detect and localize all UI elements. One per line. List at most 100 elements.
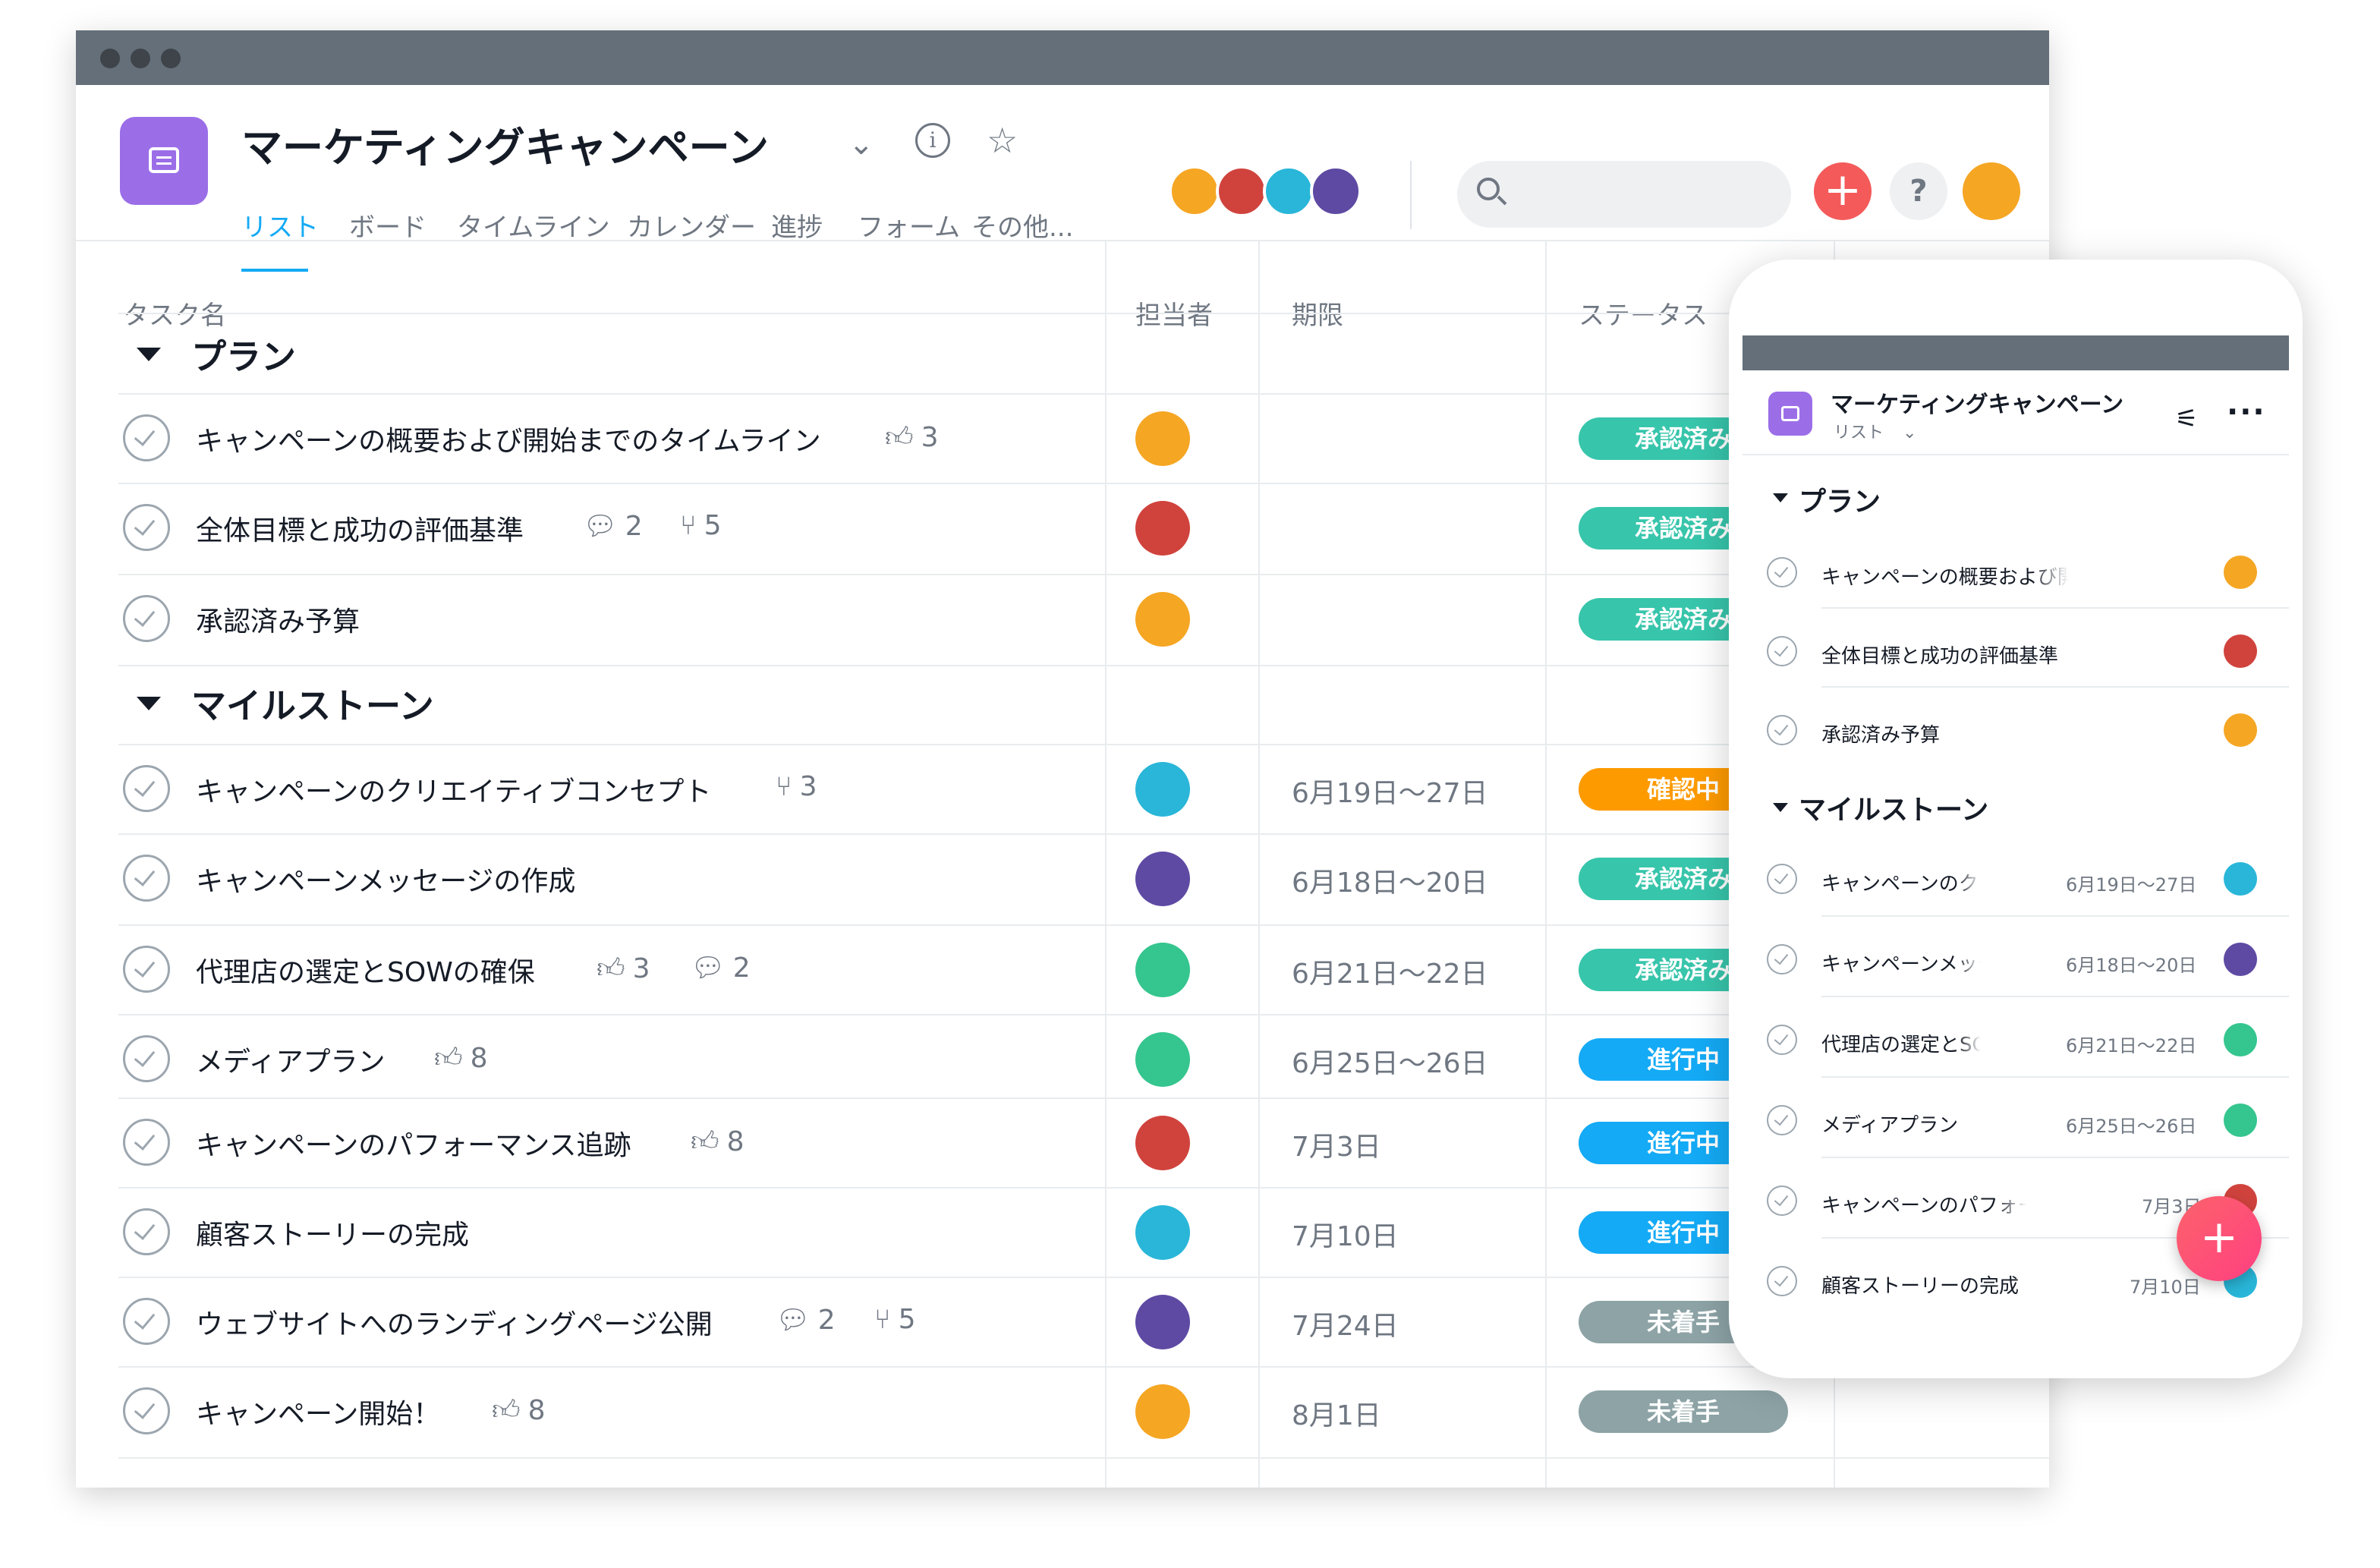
- window-control-close[interactable]: [100, 49, 120, 68]
- due-date[interactable]: 6月19日～27日: [2066, 870, 2196, 896]
- more-icon[interactable]: ···: [2227, 395, 2266, 430]
- complete-checkbox[interactable]: [123, 765, 170, 812]
- tab-list[interactable]: リスト: [241, 206, 319, 244]
- task-name[interactable]: 顧客ストーリーの完成: [1821, 1270, 2049, 1299]
- help-button[interactable]: ?: [1890, 162, 1947, 220]
- filter-icon[interactable]: ⚟: [2175, 404, 2198, 434]
- complete-checkbox[interactable]: [1767, 636, 1797, 666]
- task-name[interactable]: 全体目標と成功の評価基準: [1821, 641, 2201, 669]
- task-name[interactable]: キャンペーンメッセージの作成: [1821, 949, 1981, 977]
- due-date[interactable]: 7月3日: [1292, 1125, 1381, 1164]
- search-input[interactable]: [1457, 161, 1791, 228]
- complete-checkbox[interactable]: [123, 595, 170, 642]
- tab-more[interactable]: その他...: [971, 206, 1073, 244]
- assignee-avatar[interactable]: [2224, 713, 2257, 747]
- due-date[interactable]: 6月25日～26日: [1292, 1041, 1488, 1081]
- complete-checkbox[interactable]: [1767, 715, 1797, 745]
- task-name[interactable]: ウェブサイトへのランディングページ公開: [196, 1302, 713, 1342]
- chevron-down-icon[interactable]: ⌄: [848, 129, 874, 159]
- task-name[interactable]: キャンペーン開始！: [196, 1392, 440, 1431]
- task-name[interactable]: 承認済み予算: [1821, 719, 2201, 748]
- tab-forms[interactable]: フォーム: [858, 206, 960, 244]
- section-header-plan[interactable]: プラン: [1799, 480, 1881, 519]
- complete-checkbox[interactable]: [1767, 557, 1797, 587]
- user-avatar[interactable]: [1963, 162, 2020, 220]
- assignee-avatar[interactable]: [1135, 1205, 1190, 1260]
- task-name[interactable]: キャンペーンのクリエイティブコンセプト: [196, 770, 711, 809]
- like-count[interactable]: 👍︎ 3: [885, 420, 939, 454]
- task-name[interactable]: キャンペーンのパフォーマンス追跡: [196, 1123, 631, 1163]
- task-name[interactable]: 顧客ストーリーの完成: [196, 1213, 469, 1252]
- assignee-avatar[interactable]: [2224, 634, 2257, 668]
- due-date[interactable]: 6月21日～22日: [2066, 1031, 2196, 1057]
- collapse-caret-icon[interactable]: [137, 697, 161, 710]
- collapse-caret-icon[interactable]: [1773, 803, 1788, 812]
- like-count[interactable]: 👍︎ 8: [492, 1393, 546, 1427]
- due-date[interactable]: 7月10日: [1292, 1214, 1399, 1254]
- complete-checkbox[interactable]: [123, 504, 170, 551]
- tab-timeline[interactable]: タイムライン: [457, 206, 610, 244]
- window-control-maximize[interactable]: [161, 49, 181, 68]
- complete-checkbox[interactable]: [123, 1298, 170, 1345]
- section-header-plan[interactable]: プラン: [191, 329, 296, 379]
- task-name[interactable]: 承認済み予算: [196, 600, 360, 639]
- like-count[interactable]: 👍︎ 8: [691, 1125, 745, 1158]
- assignee-avatar[interactable]: [2224, 943, 2257, 976]
- complete-checkbox[interactable]: [1767, 1025, 1797, 1055]
- task-name[interactable]: キャンペーンのクリエイティブコンセプト: [1821, 868, 1981, 896]
- due-date[interactable]: 6月18日～20日: [1292, 861, 1488, 900]
- section-header-milestone[interactable]: マイルストーン: [191, 679, 434, 729]
- add-button[interactable]: +: [1814, 162, 1872, 220]
- assignee-avatar[interactable]: [1135, 852, 1190, 906]
- due-date[interactable]: 8月1日: [1292, 1393, 1381, 1433]
- assignee-avatar[interactable]: [1135, 592, 1190, 647]
- complete-checkbox[interactable]: [123, 1387, 170, 1434]
- like-count[interactable]: 👍︎ 8: [434, 1041, 488, 1075]
- tab-calendar[interactable]: カレンダー: [627, 206, 756, 244]
- complete-checkbox[interactable]: [123, 1119, 170, 1166]
- assignee-avatar[interactable]: [1135, 1032, 1190, 1087]
- task-name[interactable]: キャンペーンメッセージの作成: [196, 859, 575, 899]
- star-icon[interactable]: ☆: [987, 123, 1018, 158]
- comment-count[interactable]: 💬︎ 2: [691, 952, 751, 984]
- assignee-avatar[interactable]: [2224, 1023, 2257, 1056]
- info-icon[interactable]: i: [915, 123, 950, 158]
- comment-count[interactable]: 💬︎ 2: [583, 510, 643, 542]
- subtask-count[interactable]: ⑂ 5: [680, 510, 722, 541]
- avatar[interactable]: [1216, 165, 1267, 217]
- task-name[interactable]: 代理店の選定とSOWの確保: [1821, 1029, 1981, 1057]
- due-date[interactable]: 7月24日: [1292, 1304, 1399, 1343]
- tab-progress[interactable]: 進捗: [771, 206, 823, 244]
- table-row[interactable]: キャンペーン開始！ 👍︎ 8 8月1日 未着手: [76, 1368, 2049, 1457]
- due-date[interactable]: 6月19日～27日: [1292, 771, 1488, 811]
- avatar[interactable]: [1263, 165, 1314, 217]
- window-control-minimize[interactable]: [131, 49, 150, 68]
- assignee-avatar[interactable]: [1135, 1295, 1190, 1349]
- complete-checkbox[interactable]: [123, 1035, 170, 1082]
- task-name[interactable]: 代理店の選定とSOWの確保: [196, 950, 535, 990]
- task-name[interactable]: 全体目標と成功の評価基準: [196, 508, 524, 548]
- subtask-count[interactable]: ⑂ 3: [776, 771, 817, 802]
- complete-checkbox[interactable]: [1767, 1266, 1797, 1296]
- complete-checkbox[interactable]: [1767, 944, 1797, 974]
- status-badge[interactable]: 未着手: [1579, 1390, 1788, 1433]
- assignee-avatar[interactable]: [2224, 862, 2257, 896]
- assignee-avatar[interactable]: [1135, 1384, 1190, 1439]
- due-date[interactable]: 6月25日～26日: [2066, 1111, 2196, 1138]
- assignee-avatar[interactable]: [1135, 943, 1190, 997]
- assignee-avatar[interactable]: [1135, 1116, 1190, 1170]
- complete-checkbox[interactable]: [1767, 1185, 1797, 1216]
- tab-board[interactable]: ボード: [349, 206, 427, 244]
- add-task-fab[interactable]: +: [2177, 1196, 2262, 1281]
- avatar[interactable]: [1169, 165, 1220, 217]
- task-name[interactable]: キャンペーンの概要および開始までのタイムライン: [196, 419, 821, 458]
- avatar[interactable]: [1310, 165, 1362, 217]
- complete-checkbox[interactable]: [1767, 864, 1797, 894]
- assignee-avatar[interactable]: [2224, 1104, 2257, 1137]
- task-name[interactable]: メディアプラン: [1821, 1110, 1981, 1138]
- complete-checkbox[interactable]: [123, 414, 170, 461]
- comment-count[interactable]: 💬︎ 2: [776, 1304, 836, 1336]
- section-header-milestone[interactable]: マイルストーン: [1799, 788, 1988, 827]
- assignee-avatar[interactable]: [1135, 501, 1190, 556]
- assignee-avatar[interactable]: [1135, 411, 1190, 466]
